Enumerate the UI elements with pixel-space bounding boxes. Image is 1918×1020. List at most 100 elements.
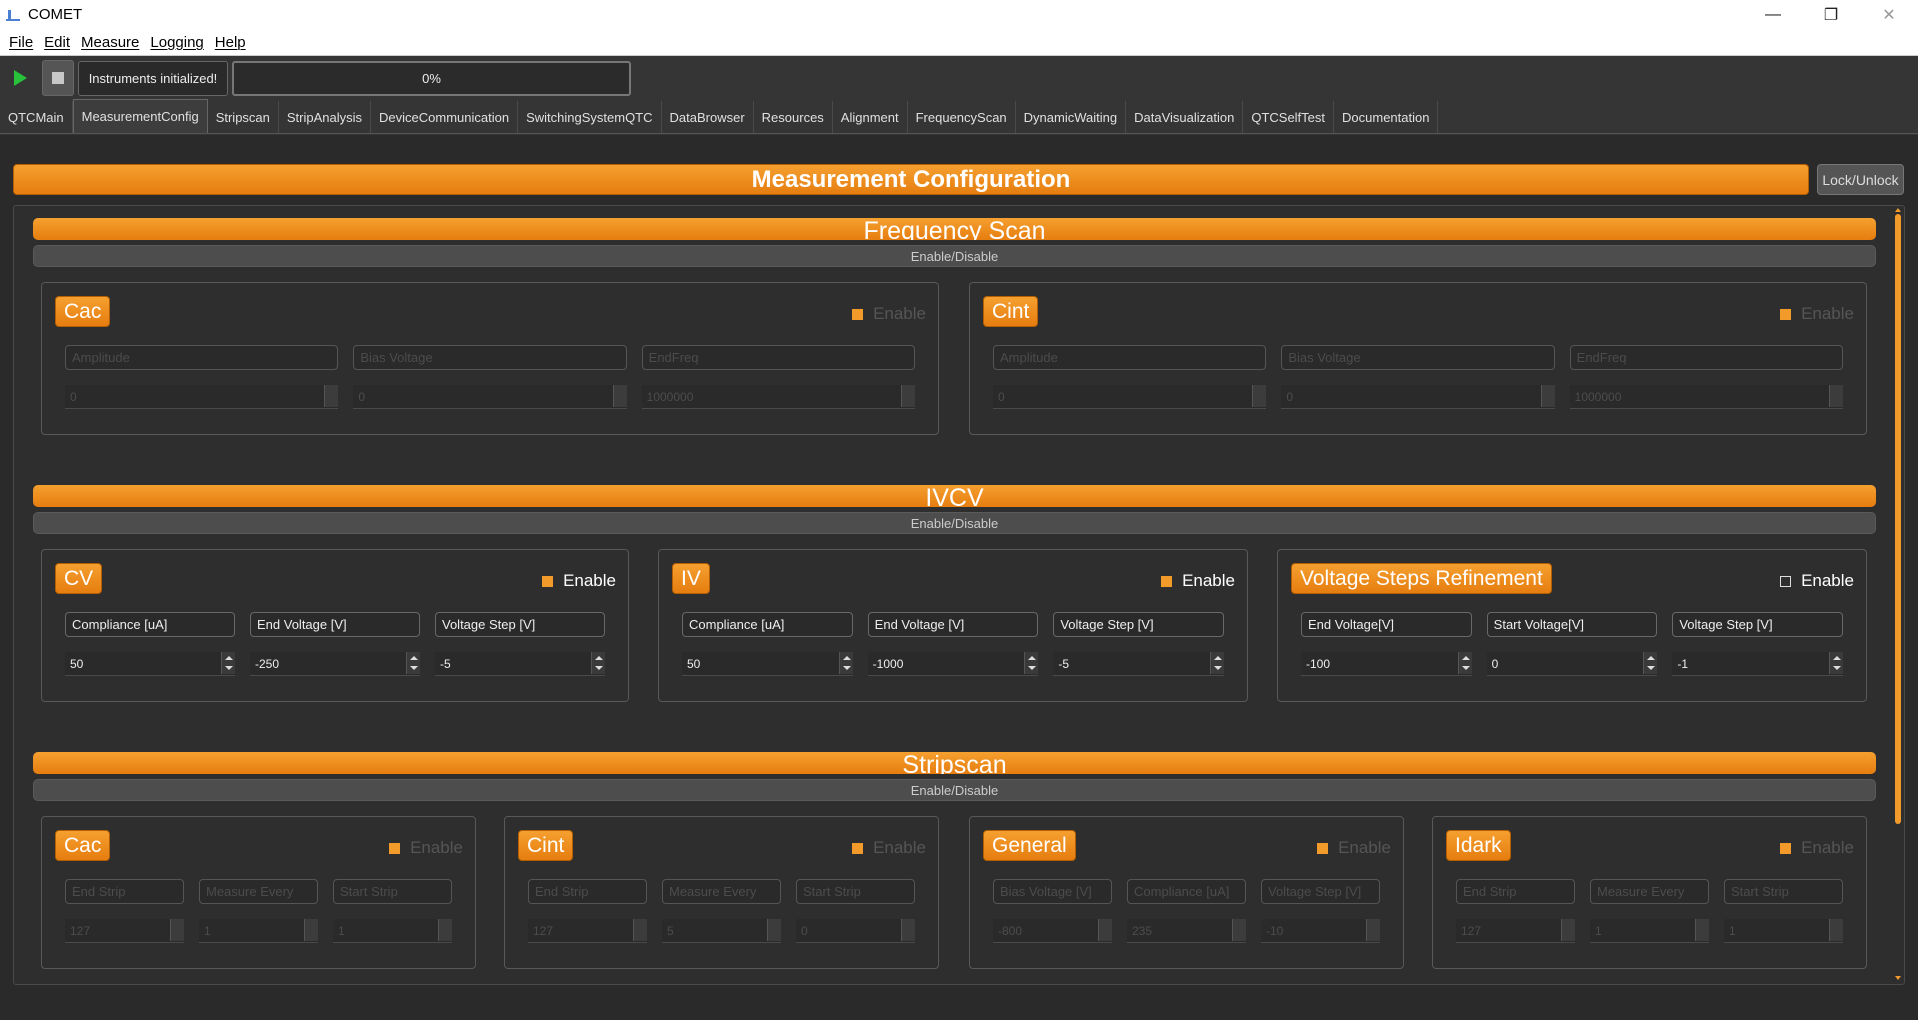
stop-button[interactable] [42,60,74,96]
spin-arrows-icon[interactable] [1098,919,1112,941]
tab-bar: QTCMain MeasurementConfig Stripscan Stri… [0,99,1918,134]
spin-arrows-icon[interactable] [1232,919,1246,941]
spinbox[interactable]: 50 [682,652,853,676]
spin-arrows-icon[interactable] [170,919,184,941]
spinbox[interactable]: 1 [1724,919,1843,943]
menu-help[interactable]: Help [215,34,246,51]
spinbox[interactable]: 1 [199,919,318,943]
restore-button[interactable]: ❐ [1802,0,1860,29]
menu-logging[interactable]: Logging [150,34,203,51]
tab-documentation[interactable]: Documentation [1334,101,1439,133]
spin-arrows-icon[interactable] [633,919,647,941]
spin-arrows-icon[interactable] [438,919,452,941]
spinbox[interactable]: 0 [65,385,339,409]
tab-frequencyscan[interactable]: FrequencyScan [907,101,1016,133]
spin-arrows-icon[interactable] [1829,652,1844,674]
stop-icon [52,72,64,84]
spin-arrows-icon[interactable] [324,385,339,407]
spinbox[interactable]: 235 [1127,919,1246,943]
spin-arrows-icon[interactable] [1210,652,1225,674]
tab-dynamicwaiting[interactable]: DynamicWaiting [1015,101,1127,133]
tab-measurementconfig[interactable]: MeasurementConfig [72,99,208,133]
start-button[interactable] [4,60,36,96]
enable-checkbox[interactable]: Enable [1780,838,1854,858]
spinbox[interactable]: -5 [435,652,605,676]
spinbox[interactable]: 0 [993,385,1267,409]
enable-checkbox[interactable]: Enable [389,838,463,858]
spin-arrows-icon[interactable] [1561,919,1575,941]
field-label: Voltage Step [V] [1261,879,1380,904]
spinbox[interactable]: -1000 [867,652,1039,676]
spinbox[interactable]: 127 [65,919,184,943]
menu-edit[interactable]: Edit [44,34,70,51]
enable-checkbox[interactable]: Enable [852,838,926,858]
spinbox[interactable]: -10 [1261,919,1380,943]
spinbox[interactable]: -100 [1301,652,1472,676]
tab-qtcselftest[interactable]: QTCSelfTest [1243,101,1335,133]
spinbox[interactable]: 1000000 [641,385,915,409]
enable-checkbox[interactable]: Enable [1780,304,1854,324]
spinbox[interactable]: 0 [796,919,915,943]
spin-arrows-icon[interactable] [1643,652,1658,674]
ivcv-enable-toggle[interactable]: Enable/Disable [33,512,1876,534]
lock-unlock-button[interactable]: Lock/Unlock [1817,164,1904,195]
enable-checkbox[interactable]: Enable [1317,838,1391,858]
scroll-down-icon[interactable] [1895,976,1901,980]
checkbox-icon [1780,575,1792,587]
frequency-enable-toggle[interactable]: Enable/Disable [33,245,1876,267]
config-scroll-area: Frequency Scan Enable/Disable Cac Enable… [13,205,1905,985]
spin-arrows-icon[interactable] [1695,919,1709,941]
spin-arrows-icon[interactable] [1829,919,1843,941]
tab-resources[interactable]: Resources [753,101,833,133]
tab-devicecommunication[interactable]: DeviceCommunication [371,101,519,133]
tab-datavisualization[interactable]: DataVisualization [1126,101,1244,133]
vertical-scrollbar[interactable] [1894,208,1902,980]
spin-arrows-icon[interactable] [591,652,605,674]
spinbox[interactable]: -800 [993,919,1112,943]
spin-arrows-icon[interactable] [901,919,915,941]
scroll-up-icon[interactable] [1895,208,1901,212]
spin-arrows-icon[interactable] [838,652,853,674]
tab-alignment[interactable]: Alignment [832,101,908,133]
spinbox[interactable]: 127 [528,919,647,943]
menu-file[interactable]: File [9,34,33,51]
stripscan-enable-toggle[interactable]: Enable/Disable [33,779,1876,801]
tab-stripscan[interactable]: Stripscan [207,101,279,133]
tab-databrowser[interactable]: DataBrowser [661,101,754,133]
spinbox[interactable]: 0 [353,385,627,409]
spinbox[interactable]: 1 [1590,919,1709,943]
spinbox[interactable]: 50 [65,652,235,676]
spinbox[interactable]: 0 [1281,385,1555,409]
scroll-thumb[interactable] [1895,214,1901,824]
tab-switchingsystemqtc[interactable]: SwitchingSystemQTC [518,101,662,133]
spin-arrows-icon[interactable] [1366,919,1380,941]
spinbox[interactable]: -1 [1672,652,1844,676]
spin-arrows-icon[interactable] [1252,385,1267,407]
menu-measure[interactable]: Measure [81,34,139,51]
tab-stripanalysis[interactable]: StripAnalysis [278,101,372,133]
spin-arrows-icon[interactable] [406,652,420,674]
enable-checkbox[interactable]: Enable [852,304,926,324]
spinbox[interactable]: 1000000 [1569,385,1843,409]
spinbox[interactable]: 0 [1486,652,1658,676]
enable-checkbox[interactable]: Enable [542,571,616,591]
tab-qtcmain[interactable]: QTCMain [0,101,73,133]
minimize-button[interactable]: — [1744,0,1802,29]
enable-checkbox[interactable]: Enable [1780,571,1854,591]
spin-arrows-icon[interactable] [900,385,915,407]
spin-arrows-icon[interactable] [304,919,318,941]
spinbox[interactable]: -250 [250,652,420,676]
spin-arrows-icon[interactable] [1828,385,1843,407]
spin-arrows-icon[interactable] [612,385,627,407]
spinbox[interactable]: 5 [662,919,781,943]
spinbox[interactable]: -5 [1053,652,1225,676]
spin-arrows-icon[interactable] [1024,652,1039,674]
spin-arrows-icon[interactable] [221,652,235,674]
close-button[interactable]: ✕ [1860,0,1918,29]
spinbox[interactable]: 1 [333,919,452,943]
spin-arrows-icon[interactable] [767,919,781,941]
spin-arrows-icon[interactable] [1540,385,1555,407]
spin-arrows-icon[interactable] [1457,652,1472,674]
enable-checkbox[interactable]: Enable [1161,571,1235,591]
spinbox[interactable]: 127 [1456,919,1575,943]
